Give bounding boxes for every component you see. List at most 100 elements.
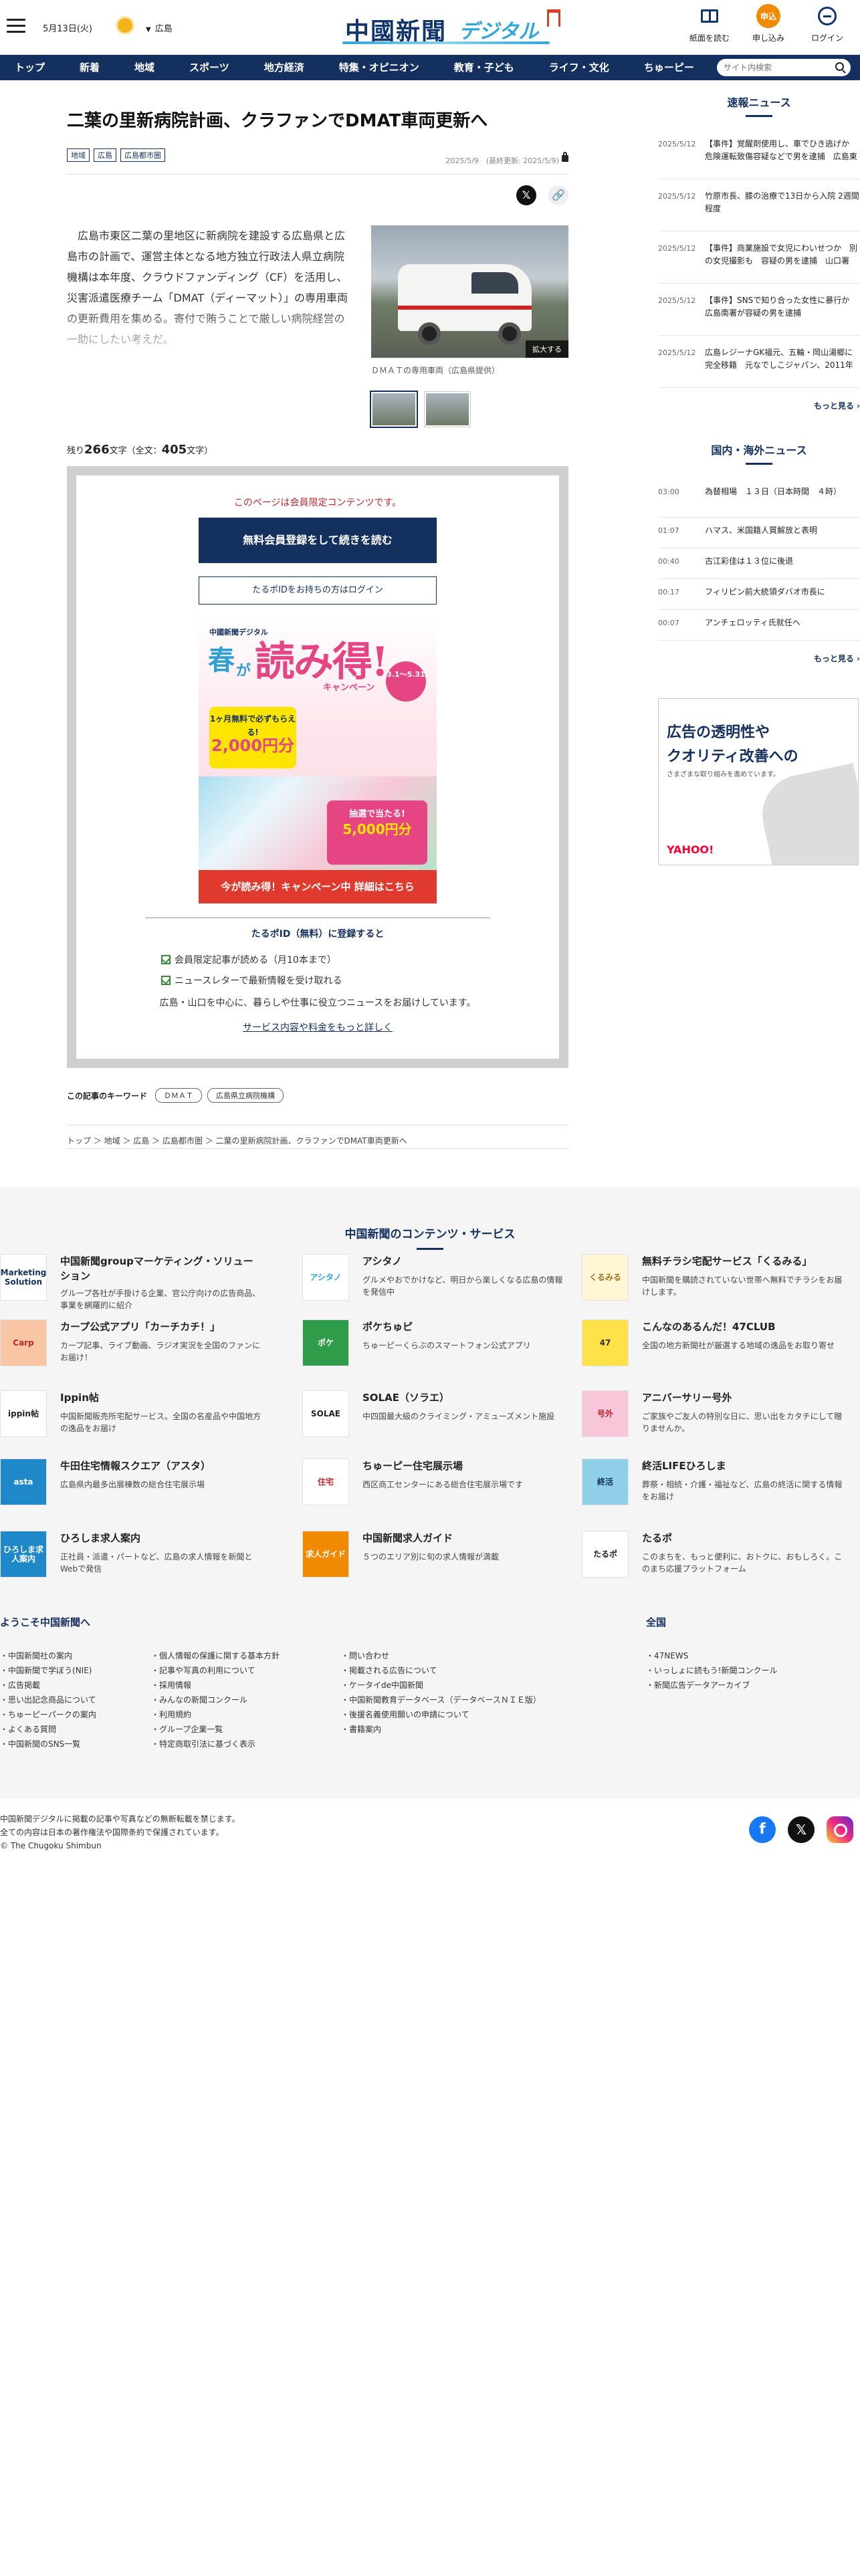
footer-link[interactable]: 広告掲載 bbox=[0, 1678, 96, 1693]
campaign-details-button[interactable]: 今が読み得！キャンペーン中 詳細はこちら bbox=[199, 870, 437, 903]
tag-toshiken[interactable]: 広島都市圏 bbox=[120, 148, 165, 162]
facebook-icon[interactable]: f bbox=[749, 1816, 776, 1843]
instagram-icon[interactable] bbox=[827, 1816, 853, 1843]
keyword-hospital[interactable]: 広島県立病院機構 bbox=[207, 1088, 284, 1103]
article-photo[interactable]: 拡大する bbox=[371, 225, 568, 358]
subscribe-button[interactable]: 申込 申し込み bbox=[745, 4, 792, 43]
promo-lottery-amount: 5,000円分 bbox=[342, 821, 412, 837]
news-item[interactable]: 2025/5/12 広島レジーナGK福元、五輪・岡山湯郷に完全移籍 元なでしこジャ… bbox=[658, 336, 860, 388]
nav-item-economy[interactable]: 地方経済 bbox=[247, 55, 322, 80]
footer-link[interactable]: 中国新聞で学ぼう(NIE) bbox=[0, 1663, 96, 1678]
service-item[interactable]: Carp カープ公式アプリ「カーチカチ！」 カープ記事、ライブ動画、ラジオ実況を全国… bbox=[0, 1319, 261, 1380]
service-item[interactable]: たるポ たるポ このまちを、もっと便利に、おトクに、おもしろく。このまち応援プラット… bbox=[582, 1531, 843, 1591]
service-item[interactable]: 求人ガイド 中国新聞求人ガイド ５つのエリア別に旬の求人情報が満載 bbox=[302, 1531, 563, 1591]
service-logo: 終活 bbox=[582, 1459, 629, 1505]
nav-item-new[interactable]: 新着 bbox=[62, 55, 117, 80]
site-logo[interactable]: 中國新聞 デジタル bbox=[338, 9, 560, 45]
news-item[interactable]: 2025/5/12 【事件】SNSで知り合った女性に暴行か 広島南署が容疑の男を逮… bbox=[658, 284, 860, 336]
news-time: 2025/5/12 bbox=[658, 244, 696, 253]
news-item[interactable]: 00:07 アンチェロッティ氏就任へ bbox=[658, 610, 860, 641]
news-item[interactable]: 2025/5/12 竹原市長、膝の治療で13日から入院 2週間程度 bbox=[658, 179, 860, 231]
service-item[interactable]: 終活 終活LIFEひろしま 葬祭・相続・介護・福祉など、広島の終活に関する情報をお届… bbox=[582, 1459, 843, 1519]
service-item[interactable]: 号外 アニバーサリー号外 ご家族やご友人の特別な日に、思い出をカタチにして贈りません… bbox=[582, 1390, 843, 1451]
world-more-link[interactable]: もっと見る bbox=[658, 653, 860, 667]
thumbnail-2[interactable] bbox=[424, 391, 471, 427]
footer-link[interactable]: 問い合わせ bbox=[341, 1648, 541, 1663]
nav-item-sports[interactable]: スポーツ bbox=[172, 55, 247, 80]
campaign-banner[interactable]: 中國新聞デジタル 春 が 読み得! キャンペーン 3.1〜5.31 1ヶ月無料で… bbox=[199, 616, 437, 870]
search-icon[interactable] bbox=[835, 62, 844, 71]
news-time: 00:17 bbox=[658, 588, 679, 597]
menu-icon[interactable] bbox=[7, 19, 25, 33]
footer-link[interactable]: 掲載される広告について bbox=[341, 1663, 541, 1678]
footer-link[interactable]: ちゅーピーパークの案内 bbox=[0, 1707, 96, 1722]
yahoo-logo: YAHOO! bbox=[667, 843, 714, 856]
sun-icon bbox=[118, 18, 132, 33]
footer-link[interactable]: 47NEWS bbox=[646, 1648, 777, 1663]
footer-link[interactable]: 中国新聞教育データベース（データベースＮＩＥ版） bbox=[341, 1693, 541, 1707]
copy-link-icon[interactable]: 🔗 bbox=[548, 185, 568, 205]
service-item[interactable]: ippin帖 Ippin帖 中国新聞販売所宅配サービス。全国の名産品や中国地方の逸品… bbox=[0, 1390, 261, 1451]
nav-item-education[interactable]: 教育・子ども bbox=[437, 55, 532, 80]
news-time: 2025/5/12 bbox=[658, 140, 696, 148]
footer-link[interactable]: 個人情報の保護に関する基本方針 bbox=[151, 1648, 280, 1663]
region-selector[interactable]: 広島 bbox=[146, 21, 173, 34]
service-item[interactable]: asta 牛田住宅情報スクエア（アスタ） 広島県内最多出展棟数の総合住宅展示場 bbox=[0, 1459, 261, 1519]
logo-sub-text: デジタル bbox=[459, 20, 539, 43]
news-text: 【事件】覚醒剤使用し、車でひき逃げか 危険運転致傷容疑などで男を逮捕 広島東署 bbox=[705, 139, 857, 161]
footer-link[interactable]: 記事や写真の利用について bbox=[151, 1663, 280, 1678]
service-item[interactable]: ひろしま求人案内 ひろしま求人案内 正社員・派遣・パートなど、広島の求人情報を新聞と… bbox=[0, 1531, 261, 1591]
news-item[interactable]: 2025/5/12 【事件】商業施設で女児にわいせつか 別の女児撮影も 容疑の男を… bbox=[658, 231, 860, 284]
footer-link[interactable]: よくある質問 bbox=[0, 1722, 96, 1737]
breaking-more-link[interactable]: もっと見る bbox=[658, 400, 860, 415]
footer-link[interactable]: 後援名義使用願いの申請について bbox=[341, 1707, 541, 1722]
footer-link[interactable]: 中国新聞社の案内 bbox=[0, 1648, 96, 1663]
nav-item-region[interactable]: 地域 bbox=[117, 55, 172, 80]
news-item[interactable]: 2025/5/12 【事件】覚醒剤使用し、車でひき逃げか 危険運転致傷容疑などで男… bbox=[658, 127, 860, 179]
footer-link[interactable]: 書籍案内 bbox=[341, 1722, 541, 1737]
thumbnail-1[interactable] bbox=[370, 391, 418, 428]
footer-link[interactable]: グループ企業一覧 bbox=[151, 1722, 280, 1737]
service-item[interactable]: Marketing Solution 中国新聞groupマーケティング・ソリューシ… bbox=[0, 1254, 261, 1314]
service-item[interactable]: SOLAE SOLAE（ソラエ） 中四国最大級のクライミング・アミューズメント施設 bbox=[302, 1390, 563, 1451]
service-item[interactable]: アシタノ アシタノ グルメやおでかけなど、明日から楽しくなる広島の情報を発信中 bbox=[302, 1254, 563, 1314]
service-details-link[interactable]: サービス内容や料金をもっと詳しく bbox=[76, 1021, 559, 1034]
about-links-3: 問い合わせ掲載される広告についてケータイde中国新聞中国新聞教育データベース（デ… bbox=[341, 1648, 541, 1737]
breadcrumb[interactable]: トップ ＞ 地域 ＞ 広島 ＞ 広島都市圏 ＞ 二葉の里新病院計画、クラファンで… bbox=[67, 1125, 568, 1146]
footer-link[interactable]: ケータイde中国新聞 bbox=[341, 1678, 541, 1693]
nav-item-life[interactable]: ライフ・文化 bbox=[532, 55, 627, 80]
login-button[interactable]: ログイン bbox=[804, 4, 851, 43]
footer-link[interactable]: 新聞広告データアーカイブ bbox=[646, 1678, 777, 1693]
read-paper-button[interactable]: 紙面を読む bbox=[686, 4, 733, 43]
footer-link[interactable]: 特定商取引法に基づく表示 bbox=[151, 1737, 280, 1751]
nav-item-top[interactable]: トップ bbox=[0, 55, 62, 80]
nav-item-chupy[interactable]: ちゅーピー bbox=[627, 55, 712, 80]
nav-item-opinion[interactable]: 特集・オピニオン bbox=[322, 55, 437, 80]
x-icon[interactable]: 𝕏 bbox=[788, 1816, 815, 1843]
lead-fade bbox=[67, 302, 354, 369]
news-item[interactable]: 00:17 フィリピン前大統領ダバオ市長に bbox=[658, 579, 860, 610]
service-item[interactable]: 住宅 ちゅーピー住宅展示場 西区商工センターにある総合住宅展示場です bbox=[302, 1459, 563, 1519]
search-input[interactable] bbox=[724, 61, 831, 74]
service-item[interactable]: 47 こんなのあるんだ！47CLUB 全国の地方新聞社が厳選する地域の逸品をお取り寄… bbox=[582, 1319, 843, 1380]
register-button[interactable]: 無料会員登録をして続きを読む bbox=[199, 518, 437, 563]
service-item[interactable]: くるみる 無料チラシ宅配サービス「くるみる」 中国新聞を購読されていない世帯へ無料で… bbox=[582, 1254, 843, 1314]
footer-link[interactable]: 採用情報 bbox=[151, 1678, 280, 1693]
service-item[interactable]: ポケ ポケちゅピ ちゅーピーくらぶのスマートフォン公式アプリ bbox=[302, 1319, 563, 1380]
keyword-dmat[interactable]: ＤＭＡＴ bbox=[155, 1088, 203, 1103]
footer-link[interactable]: みんなの新聞コンクール bbox=[151, 1693, 280, 1707]
news-item[interactable]: 03:00 為替相場 １３日（日本時間 ４時） bbox=[658, 475, 860, 518]
tag-chiiki[interactable]: 地域 bbox=[67, 148, 90, 162]
footer-link[interactable]: 中国新聞のSNS一覧 bbox=[0, 1737, 96, 1751]
tarupo-login-button[interactable]: たるポIDをお持ちの方はログイン bbox=[199, 576, 437, 605]
footer-link[interactable]: 思い出記念商品について bbox=[0, 1693, 96, 1707]
footer-link[interactable]: いっしょに読もう!新聞コンクール bbox=[646, 1663, 777, 1678]
x-share-icon[interactable]: 𝕏 bbox=[516, 185, 536, 205]
tag-hiroshima[interactable]: 広島 bbox=[94, 148, 116, 162]
news-text: 為替相場 １３日（日本時間 ４時） bbox=[705, 487, 842, 496]
news-item[interactable]: 01:07 ハマス、米国籍人質解放と表明 bbox=[658, 518, 860, 548]
enlarge-button[interactable]: 拡大する bbox=[526, 340, 568, 358]
news-item[interactable]: 00:40 古江彩佳は１３位に後退 bbox=[658, 548, 860, 579]
footer-link[interactable]: 利用規約 bbox=[151, 1707, 280, 1722]
ad-banner[interactable]: 広告の透明性や クオリティ改善への さまざまな取り組みを進めています。 YAHO… bbox=[658, 698, 859, 865]
